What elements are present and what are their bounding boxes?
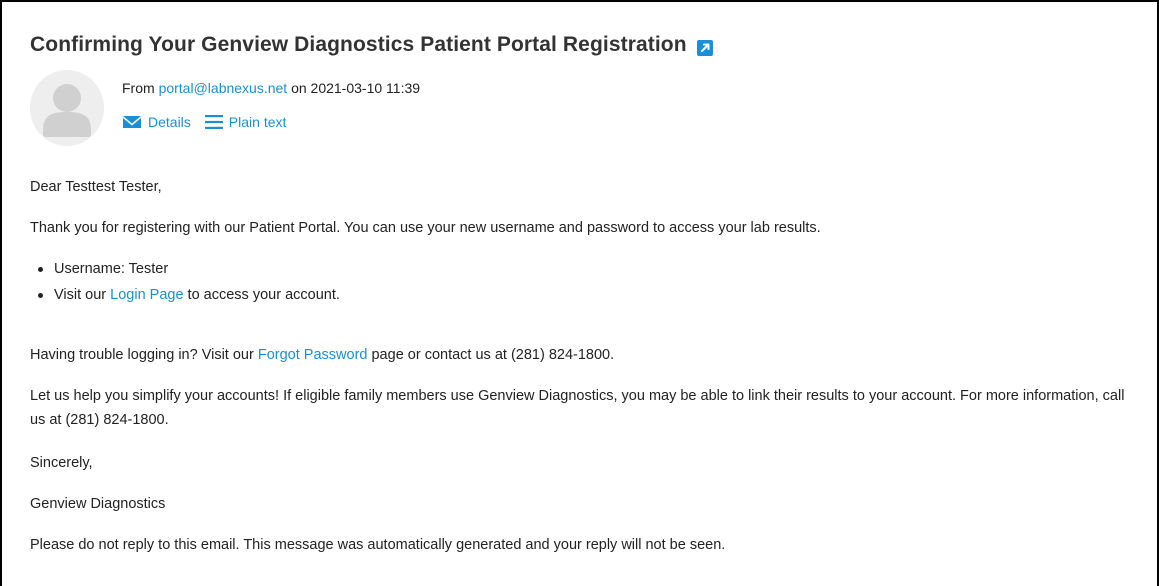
forgot-password-link[interactable]: Forgot Password bbox=[258, 347, 368, 363]
closing: Sincerely, bbox=[30, 455, 93, 471]
details-label: Details bbox=[148, 114, 191, 130]
sender-line: From portal@labnexus.net on 2021-03-10 1… bbox=[122, 80, 420, 96]
user-avatar-icon bbox=[43, 84, 91, 137]
email-actions: Details Plain text bbox=[122, 114, 286, 130]
trouble-suffix: page or contact us at (281) 824-1800. bbox=[367, 347, 615, 363]
trouble-prefix: Having trouble logging in? Visit our bbox=[30, 347, 258, 363]
details-button[interactable]: Details bbox=[122, 114, 191, 130]
from-prefix: From bbox=[122, 80, 159, 96]
visit-prefix: Visit our bbox=[54, 287, 111, 303]
sender-email-link[interactable]: portal@labnexus.net bbox=[159, 80, 288, 96]
greeting: Dear Testtest Tester, bbox=[30, 179, 162, 195]
signature: Genview Diagnostics bbox=[30, 496, 166, 512]
sender-avatar bbox=[30, 70, 104, 146]
list-item-login: Visit our Login Page to access your acco… bbox=[30, 283, 340, 309]
username-text: Username: Tester bbox=[54, 261, 169, 277]
no-reply-notice: Please do not reply to this email. This … bbox=[30, 537, 726, 553]
email-subject: Confirming Your Genview Diagnostics Pati… bbox=[30, 33, 713, 57]
login-page-link[interactable]: Login Page bbox=[110, 287, 183, 303]
simplify-paragraph: Let us help you simplify your accounts! … bbox=[30, 388, 1125, 428]
visit-suffix: to access your account. bbox=[183, 287, 340, 303]
thanks-paragraph: Thank you for registering with our Patie… bbox=[30, 220, 821, 236]
trouble-paragraph: Having trouble logging in? Visit our For… bbox=[30, 343, 614, 367]
subject-text: Confirming Your Genview Diagnostics Pati… bbox=[30, 33, 687, 56]
account-info-list: Username: Tester Visit our Login Page to… bbox=[30, 257, 340, 309]
lines-icon bbox=[204, 115, 223, 129]
list-item-username: Username: Tester bbox=[30, 257, 340, 283]
sent-date: on 2021-03-10 11:39 bbox=[287, 80, 421, 96]
plain-text-button[interactable]: Plain text bbox=[204, 114, 287, 130]
envelope-icon bbox=[123, 116, 141, 128]
plain-text-label: Plain text bbox=[228, 114, 287, 130]
external-link-icon[interactable] bbox=[696, 38, 713, 56]
